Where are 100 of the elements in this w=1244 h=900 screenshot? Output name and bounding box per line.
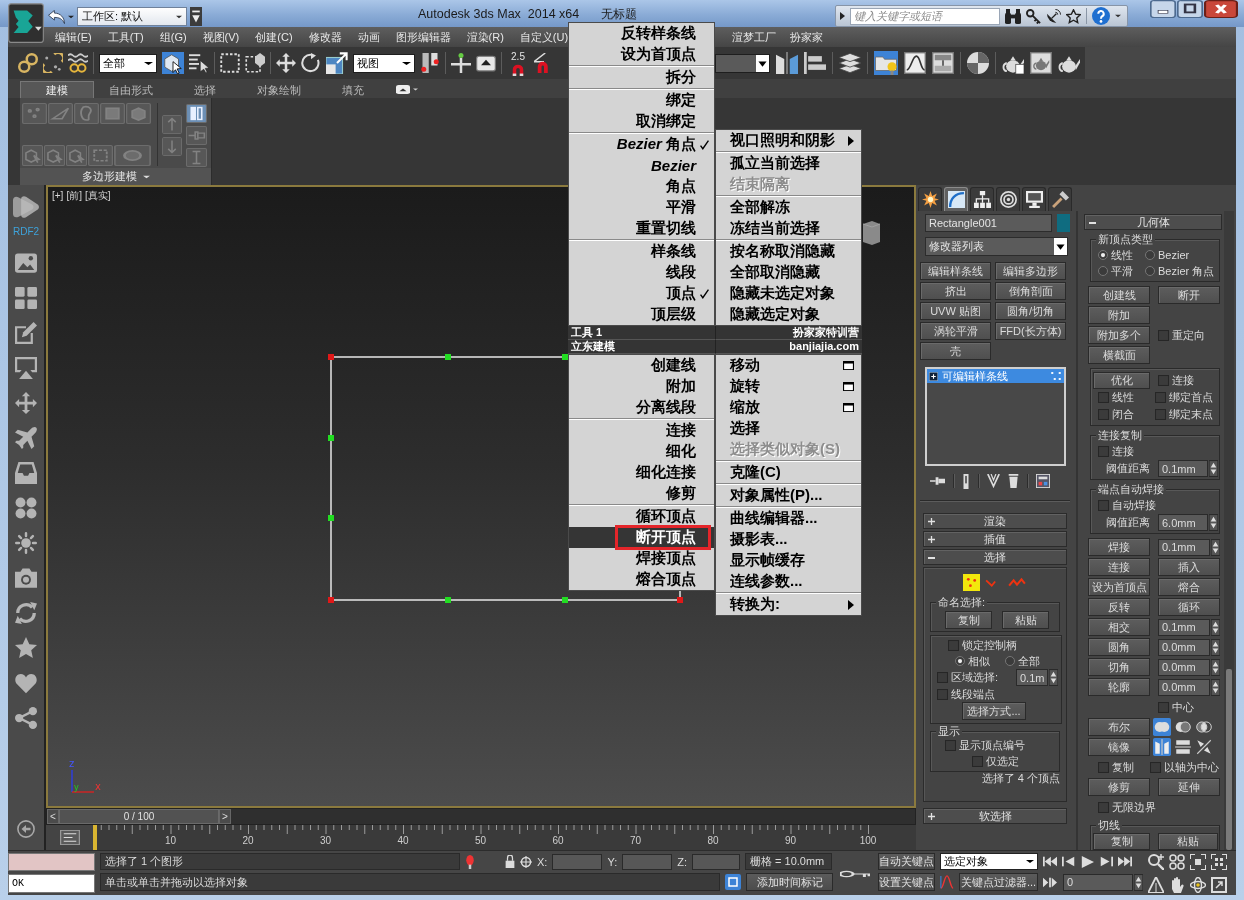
menu-item[interactable]: 动画 [357, 30, 380, 44]
menu-item[interactable]: 缩放 [716, 397, 861, 418]
menu-item[interactable]: 连接 [569, 420, 714, 441]
modifier-button[interactable]: 挤出 [920, 282, 991, 300]
target-icon[interactable] [520, 855, 532, 868]
help-icon[interactable] [1092, 7, 1110, 25]
coordinate-field[interactable] [692, 853, 740, 870]
spinner-field[interactable]: 0.1m [1016, 669, 1048, 686]
zoom-icon[interactable] [1148, 854, 1164, 870]
ribbon-tab[interactable]: 选择 [168, 81, 242, 98]
heart-icon[interactable] [15, 672, 37, 694]
field-of-view-icon[interactable] [1148, 876, 1164, 893]
caret-icon[interactable] [68, 14, 74, 19]
key-icon[interactable] [1026, 8, 1041, 24]
checkbox[interactable] [1098, 761, 1109, 773]
menu-item[interactable]: 按名称取消隐藏 [716, 241, 861, 262]
ribbon-tab[interactable]: 建模 [20, 81, 94, 98]
menu-item[interactable]: 绑定 [569, 90, 714, 111]
time-slider-thumb[interactable]: 0 / 100 [59, 809, 219, 824]
rollout-header[interactable]: 软选择 [923, 808, 1067, 824]
tube-icon[interactable] [962, 473, 970, 489]
menu-item[interactable]: 视口照明和阴影 [716, 130, 861, 151]
modifier-button[interactable]: 壳 [920, 342, 991, 360]
key-filters-button[interactable]: 关键点过滤器... [959, 873, 1038, 891]
panel-button[interactable]: 插入 [1158, 558, 1220, 576]
boolean-intersect-icon[interactable] [1195, 718, 1213, 736]
folder-bulb-icon[interactable] [874, 51, 898, 75]
menu-item[interactable]: 细化连接 [569, 462, 714, 483]
curve-graph-icon[interactable] [904, 52, 926, 74]
selection-filter-dropdown[interactable]: 全部 [99, 53, 157, 73]
zoom-all-icon[interactable] [1169, 854, 1185, 870]
arrow-key-icon[interactable] [476, 54, 496, 72]
search-field[interactable]: 键入关键字或短语 [850, 7, 1000, 25]
menu-item[interactable]: 样条线 [569, 241, 714, 262]
checkbox[interactable] [1158, 701, 1169, 713]
menu-item[interactable]: 角点 [569, 176, 714, 197]
spinner-arrows-icon[interactable] [1209, 460, 1218, 477]
edit-icon[interactable] [15, 322, 37, 344]
chain-link-icon[interactable] [18, 53, 38, 73]
menu-item[interactable]: 反转样条线 [569, 23, 714, 44]
panel-title[interactable]: 多边形建模 [20, 168, 211, 185]
menu-item[interactable]: 平滑 [569, 197, 714, 218]
spinner-arrows-icon[interactable] [1134, 873, 1143, 891]
rollout-header[interactable]: 几何体 [1084, 214, 1222, 230]
bin-icon[interactable] [1008, 474, 1019, 488]
zoom-extents-icon[interactable] [1190, 854, 1206, 870]
vertex-level-icon[interactable] [963, 574, 980, 591]
menu-item[interactable]: 渲梦工厂 [732, 30, 776, 44]
radio-button[interactable] [1098, 266, 1108, 276]
next-button[interactable]: > [219, 809, 231, 824]
radio-button[interactable] [1005, 656, 1015, 666]
panel-button[interactable]: 粘贴 [1158, 833, 1218, 850]
viewport-label[interactable]: [+] [52, 190, 64, 202]
menu-item[interactable]: 附加 [569, 376, 714, 397]
coordinate-field[interactable] [622, 853, 673, 870]
spinner-arrows-icon[interactable] [1209, 514, 1218, 531]
checkbox[interactable] [937, 672, 948, 683]
ribbon-tab[interactable]: 对象绘制 [242, 81, 316, 98]
previous-frame-icon[interactable] [1062, 856, 1076, 867]
set-key-button[interactable]: 设置关键点 [878, 873, 935, 891]
name-field[interactable]: Rectangle001 [925, 214, 1052, 232]
caret-icon[interactable] [413, 88, 418, 91]
spinner-arrows-icon[interactable] [1211, 678, 1220, 696]
workspace-dropdown[interactable]: 工作区: 默认 [77, 7, 187, 26]
menu-item[interactable]: 旋转 [716, 376, 861, 397]
menu-item[interactable]: 全部取消隐藏 [716, 262, 861, 283]
checkbox[interactable] [1098, 801, 1109, 813]
menu-item[interactable]: 修改器 [308, 30, 342, 44]
share-icon[interactable] [15, 707, 37, 729]
options-window-icon[interactable] [843, 403, 854, 412]
checkbox[interactable] [1155, 392, 1166, 403]
checker-sphere-icon[interactable] [967, 52, 989, 74]
menu-item[interactable]: 循环顶点 [569, 506, 714, 527]
maximize-viewport-icon[interactable] [1211, 876, 1227, 893]
airplane-icon[interactable] [15, 427, 37, 449]
menu-item[interactable]: 移动 [716, 355, 861, 376]
star-icon[interactable] [15, 637, 37, 659]
coordinate-system-dropdown[interactable]: 视图 [353, 53, 415, 73]
menu-item[interactable]: 转换为: [716, 594, 861, 615]
sun-icon[interactable] [15, 532, 37, 554]
panel-button[interactable]: 附加多个 [1088, 326, 1150, 344]
checkbox[interactable] [1098, 409, 1109, 420]
spinner-field[interactable]: 0.0mm [1158, 658, 1210, 676]
modifier-button[interactable]: 倒角剖面 [995, 282, 1066, 300]
panel-button[interactable]: 切角 [1088, 658, 1150, 676]
checkbox[interactable] [1150, 761, 1161, 773]
inbox-icon[interactable] [15, 462, 37, 484]
pan-hand-icon[interactable] [1169, 876, 1185, 893]
panel-button[interactable]: 优化 [1093, 372, 1150, 389]
panel-button[interactable]: 镜像 [1088, 738, 1150, 756]
ribbon-toggle-icon[interactable] [396, 85, 410, 94]
teapot-window-icon[interactable] [1030, 52, 1052, 74]
color-swatch-icon[interactable] [1057, 214, 1070, 232]
rotate-icon[interactable] [301, 53, 321, 73]
command-tab[interactable] [996, 187, 1020, 211]
menu-item[interactable]: 熔合顶点 [569, 569, 714, 590]
options-window-icon[interactable] [843, 361, 854, 370]
command-tab[interactable] [1048, 187, 1072, 211]
key-target-dropdown[interactable]: 选定对象 [940, 853, 1038, 870]
cursor-cube-icon[interactable] [162, 52, 184, 74]
